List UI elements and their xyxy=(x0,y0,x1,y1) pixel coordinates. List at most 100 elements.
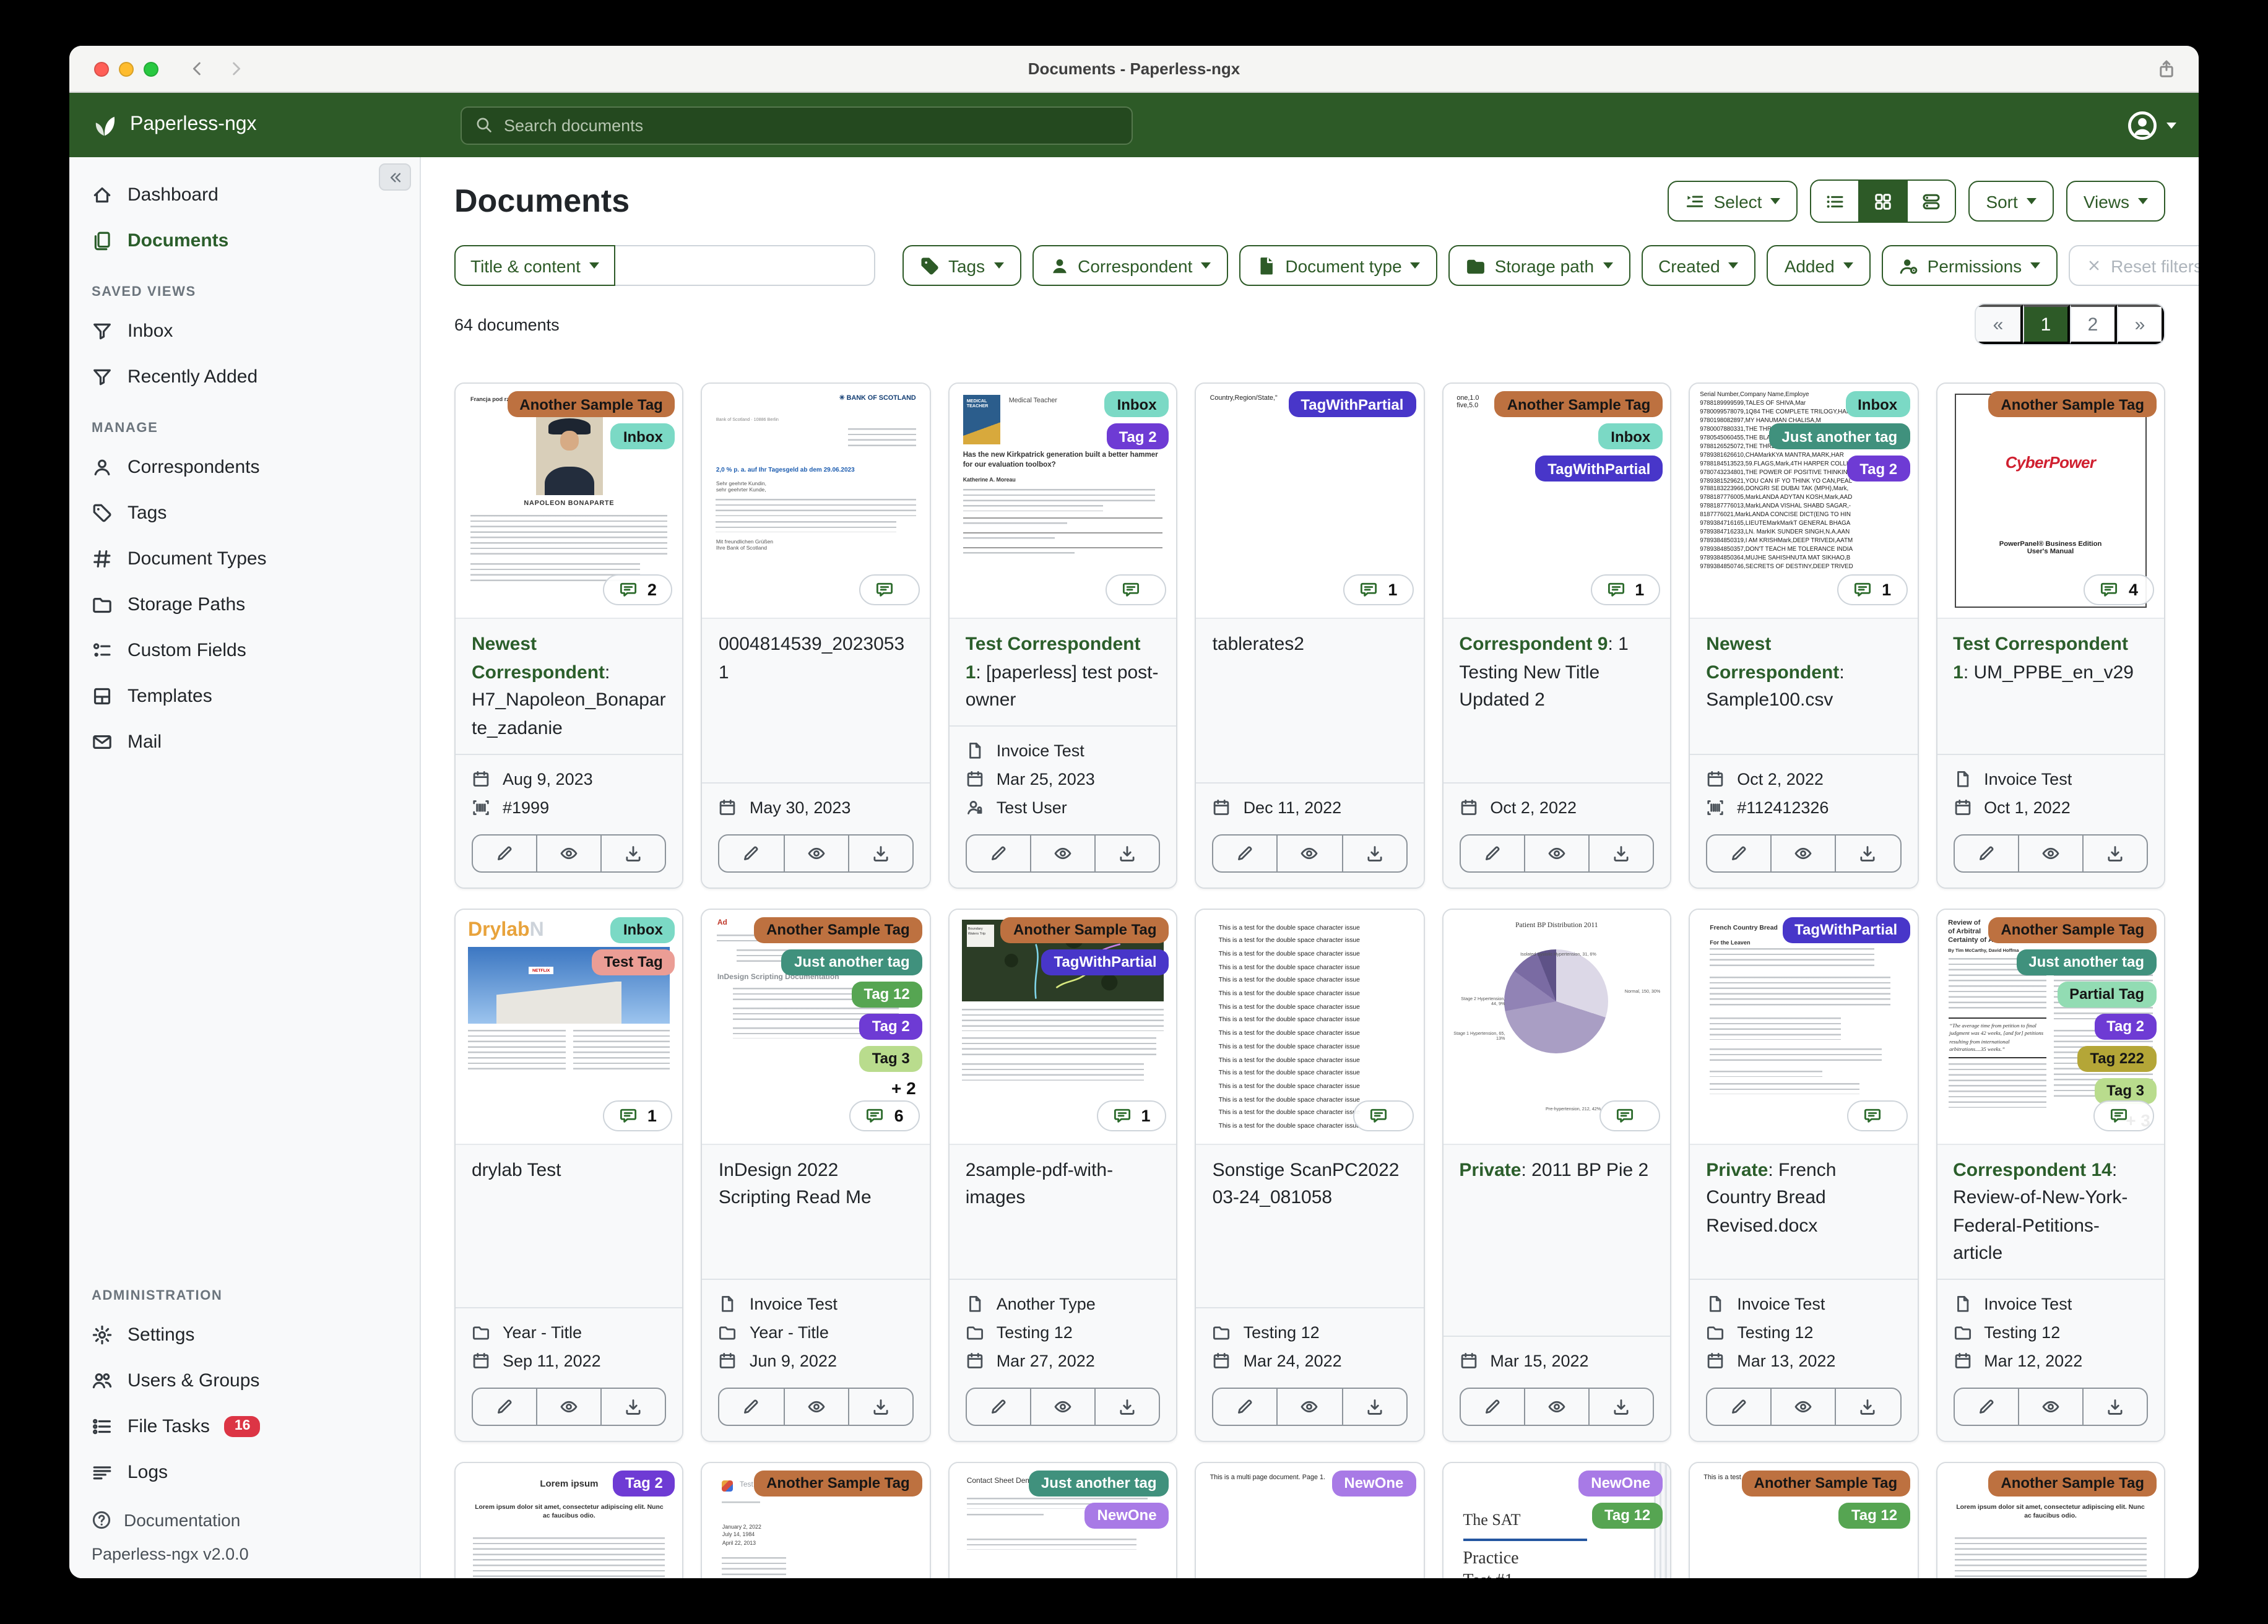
document-card[interactable]: French Country Bread For the Leaven TagWi… xyxy=(1689,908,1919,1441)
user-menu[interactable] xyxy=(2127,110,2176,140)
tag-badge[interactable]: Test Tag xyxy=(591,949,675,975)
document-thumbnail[interactable]: Francja pod rz NAPOLEON BONAPARTE Another… xyxy=(456,384,683,619)
preview-button[interactable] xyxy=(783,1388,847,1424)
document-card[interactable]: Patient BP Distribution 2011 Normal, 150,… xyxy=(1442,908,1672,1441)
title-content-dropdown[interactable]: Title & content xyxy=(454,245,615,286)
details-view-button[interactable] xyxy=(1907,181,1955,222)
document-detail-calendar[interactable]: Oct 1, 2022 xyxy=(1953,793,2148,821)
tag-badge[interactable]: Inbox xyxy=(1104,391,1169,417)
document-title[interactable]: 0004814539_20230531 xyxy=(703,619,930,782)
document-detail-calendar[interactable]: Sep 11, 2022 xyxy=(472,1346,667,1375)
edit-button[interactable] xyxy=(1460,1388,1523,1424)
document-thumbnail[interactable]: ✳ BANK OF SCOTLAND Bank of Scotland · 108… xyxy=(702,384,930,619)
edit-button[interactable] xyxy=(1954,1388,2017,1424)
document-detail-calendar[interactable]: Jun 9, 2022 xyxy=(719,1346,914,1375)
title-content-input[interactable] xyxy=(615,245,875,286)
document-card[interactable]: ✳ BANK OF SCOTLAND Bank of Scotland · 108… xyxy=(701,382,931,888)
preview-button[interactable] xyxy=(1523,1388,1588,1424)
permissions-filter-button[interactable]: Permissions xyxy=(1881,245,2058,286)
tag-badge[interactable]: TagWithPartial xyxy=(1041,949,1169,975)
sidebar-collapse-button[interactable] xyxy=(379,163,411,191)
document-thumbnail[interactable]: Contact Sheet Demo Just another tag NewOn… xyxy=(949,1462,1177,1578)
download-button[interactable] xyxy=(1341,1388,1406,1424)
preview-button[interactable] xyxy=(1029,1388,1094,1424)
document-detail-userlock[interactable]: Test User xyxy=(966,793,1161,821)
document-card[interactable]: Boundary Waters Trip Another Sample Tag T… xyxy=(948,908,1178,1441)
created-filter-button[interactable]: Created xyxy=(1641,245,1756,286)
document-detail-calendar[interactable]: Oct 2, 2022 xyxy=(1459,793,1654,821)
edit-button[interactable] xyxy=(720,835,783,871)
storage-path-filter-button[interactable]: Storage path xyxy=(1448,245,1630,286)
document-thumbnail[interactable]: Ad InDesign Scripting Documentation Anoth… xyxy=(702,909,930,1144)
pagination-prev[interactable]: « xyxy=(1976,304,2023,344)
close-window-button[interactable] xyxy=(94,61,109,76)
correspondent-link[interactable]: Test Correspondent 1 xyxy=(966,634,1141,683)
document-title[interactable]: InDesign 2022 Scripting Read Me xyxy=(703,1144,930,1278)
tag-badge[interactable]: Tag 2 xyxy=(859,1013,922,1039)
tag-badge[interactable]: TagWithPartial xyxy=(1288,391,1416,417)
document-thumbnail[interactable]: Patient BP Distribution 2011 Normal, 150,… xyxy=(1443,909,1671,1144)
views-button[interactable]: Views xyxy=(2066,181,2165,222)
edit-button[interactable] xyxy=(473,835,536,871)
document-card[interactable]: Review of of Arbitral Certainty of Award… xyxy=(1936,908,2165,1441)
preview-button[interactable] xyxy=(1029,835,1094,871)
document-card[interactable]: one,1.0 five,5.0 Another Sample Tag Inbox… xyxy=(1442,382,1672,888)
document-title[interactable]: Test Correspondent 1: [paperless] test p… xyxy=(950,619,1177,725)
document-card[interactable]: CyberPower PowerPanel® Business Edition U… xyxy=(1936,382,2165,888)
edit-button[interactable] xyxy=(473,1388,536,1424)
document-detail-calendar[interactable]: Oct 2, 2022 xyxy=(1706,764,1901,793)
sidebar-item-settings[interactable]: Settings xyxy=(69,1312,420,1358)
document-title[interactable]: 2sample-pdf-with-images xyxy=(950,1144,1177,1278)
correspondent-link[interactable]: Correspondent 14 xyxy=(1953,1159,2112,1180)
sidebar-item-document-types[interactable]: Document Types xyxy=(69,536,420,582)
zoom-window-button[interactable] xyxy=(144,61,158,76)
document-detail-file[interactable]: Another Type xyxy=(966,1289,1161,1318)
tag-badge[interactable]: Tag 2 xyxy=(1847,456,1910,482)
download-button[interactable] xyxy=(1835,835,1900,871)
document-detail-file[interactable]: Invoice Test xyxy=(966,736,1161,764)
added-filter-button[interactable]: Added xyxy=(1767,245,1871,286)
document-detail-folder[interactable]: Year - Title xyxy=(472,1318,667,1346)
global-search[interactable] xyxy=(461,106,1133,144)
download-button[interactable] xyxy=(1341,835,1406,871)
pagination-page-1[interactable]: 1 xyxy=(2023,304,2070,344)
correspondent-link[interactable]: Private xyxy=(1706,1159,1768,1180)
preview-button[interactable] xyxy=(1276,835,1341,871)
sidebar-item-logs[interactable]: Logs xyxy=(69,1449,420,1495)
tag-badge[interactable]: TagWithPartial xyxy=(1782,917,1910,943)
document-detail-file[interactable]: Invoice Test xyxy=(719,1289,914,1318)
document-thumbnail[interactable]: French Country Bread For the Leaven TagWi… xyxy=(1690,909,1918,1144)
correspondent-link[interactable]: Newest Correspondent xyxy=(472,634,605,683)
document-thumbnail[interactable]: Lorem ipsumLorem ipsum dolor sit amet, c… xyxy=(1937,1462,2164,1578)
tag-badge[interactable]: Tag 2 xyxy=(612,1470,675,1496)
tag-badge[interactable]: Inbox xyxy=(610,917,675,943)
document-title[interactable]: Newest Correspondent: H7_Napoleon_Bonapa… xyxy=(456,619,683,753)
document-title[interactable]: Newest Correspondent: Sample100.csv xyxy=(1690,619,1917,753)
correspondent-filter-button[interactable]: Correspondent xyxy=(1032,245,1229,286)
preview-button[interactable] xyxy=(536,835,600,871)
document-detail-calendar[interactable]: Mar 25, 2023 xyxy=(966,764,1161,793)
tag-badge[interactable]: Tag 12 xyxy=(851,981,922,1007)
edit-button[interactable] xyxy=(967,1388,1030,1424)
document-detail-folder[interactable]: Testing 12 xyxy=(1953,1318,2148,1346)
correspondent-link[interactable]: Newest Correspondent xyxy=(1706,634,1839,683)
document-card[interactable]: Country,Region/State," TagWithPartial 1 … xyxy=(1195,382,1425,888)
sidebar-item-storage-paths[interactable]: Storage Paths xyxy=(69,582,420,628)
back-icon[interactable] xyxy=(188,59,207,78)
document-detail-barcode[interactable]: #112412326 xyxy=(1706,793,1901,821)
tag-badge[interactable]: Tag 2 xyxy=(1106,423,1169,449)
preview-button[interactable] xyxy=(1770,835,1835,871)
tag-badge[interactable]: Tag 2 xyxy=(2094,1013,2157,1039)
preview-button[interactable] xyxy=(536,1388,600,1424)
edit-button[interactable] xyxy=(1707,1388,1770,1424)
tag-badge[interactable]: Another Sample Tag xyxy=(507,391,675,417)
document-title[interactable]: Test Correspondent 1: UM_PPBE_en_v29 xyxy=(1937,619,2164,753)
document-thumbnail[interactable]: Country,Region/State," TagWithPartial 1 xyxy=(1196,384,1424,619)
tag-badge[interactable]: Just another tag xyxy=(1769,423,1910,449)
tag-badge[interactable]: Inbox xyxy=(610,423,675,449)
document-detail-file[interactable]: Invoice Test xyxy=(1953,764,2148,793)
tag-badge[interactable]: Tag 222 xyxy=(2077,1045,2157,1071)
download-button[interactable] xyxy=(1094,835,1159,871)
document-title[interactable]: Correspondent 14: Review-of-New-York-Fed… xyxy=(1937,1144,2164,1278)
document-thumbnail[interactable]: Review of of Arbitral Certainty of Award… xyxy=(1937,909,2164,1144)
